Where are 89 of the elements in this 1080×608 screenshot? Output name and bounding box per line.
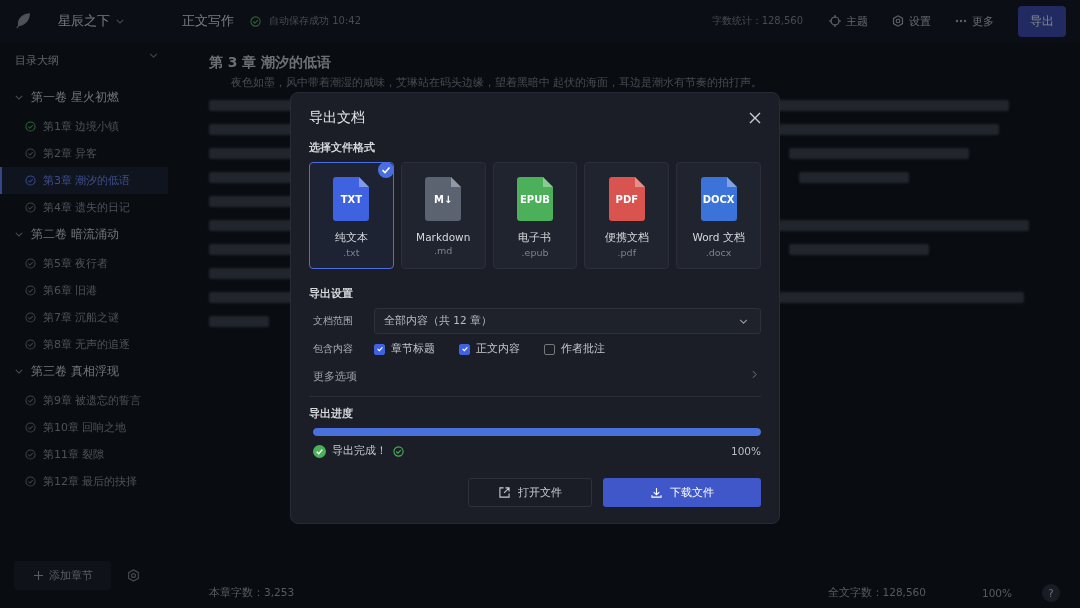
chevron-down-icon <box>739 318 748 324</box>
check-circle-icon <box>250 15 261 27</box>
plus-icon <box>34 571 43 580</box>
chapter-title: 第4章 遗失的日记 <box>43 200 131 215</box>
file-type-label: PDF <box>615 194 638 205</box>
more-options-row[interactable]: 更多选项 <box>309 364 761 397</box>
chapter-title: 第 3 章 潮汐的低语 <box>209 54 333 72</box>
total-word-count: 全文字数：128,560 <box>827 586 926 600</box>
chapter-item[interactable]: 第8章 无声的追逐 <box>0 331 168 358</box>
dialog-title: 导出文档 <box>309 109 365 127</box>
checkbox[interactable] <box>374 343 385 355</box>
chapter-item[interactable]: 第10章 回响之地 <box>0 414 168 441</box>
chapter-title: 第1章 边境小镇 <box>43 119 120 134</box>
chapter-title: 第7章 沉船之谜 <box>43 310 120 325</box>
volume-title: 第二卷 暗流涌动 <box>31 227 119 242</box>
chapter-item[interactable]: 第6章 旧港 <box>0 277 168 304</box>
volume-item[interactable]: 第二卷 暗流涌动 <box>0 221 170 248</box>
add-chapter-button[interactable]: 添加章节 <box>14 561 111 590</box>
chapter-title: 第8章 无声的追逐 <box>43 337 131 352</box>
chapter-title: 第3章 潮汐的低语 <box>43 173 131 188</box>
zoom-level: 100% <box>981 587 1012 599</box>
progress-reading: 100% <box>730 445 761 457</box>
download-button[interactable]: 下载文件 <box>603 478 761 507</box>
section-heading: 选择文件格式 <box>309 141 375 155</box>
help-button[interactable]: ? <box>1042 584 1060 602</box>
format-card[interactable]: M↓ Markdown .md <box>400 162 486 269</box>
more-icon <box>955 19 967 23</box>
format-card[interactable]: EPUB 电子书 .epub <box>492 162 578 269</box>
book-selector[interactable]: 星辰之下 <box>58 12 124 30</box>
mode-title: 正文写作 <box>182 12 234 30</box>
chapter-item[interactable]: 第4章 遗失的日记 <box>0 194 168 221</box>
chapter-title: 第12章 最后的抉择 <box>43 474 138 489</box>
chapter-title: 第10章 回响之地 <box>43 420 127 435</box>
export-button[interactable]: 导出 <box>1018 5 1066 37</box>
range-label: 文档范围 <box>313 314 354 328</box>
chapter-title: 第5章 夜行者 <box>43 256 109 271</box>
option-label: 正文内容 <box>476 342 520 356</box>
section-heading: 导出设置 <box>309 287 353 301</box>
chapter-item[interactable]: 第3章 潮汐的低语 <box>0 167 168 194</box>
option-checkbox[interactable]: 正文内容 <box>459 342 520 356</box>
chapter-title: 第2章 异客 <box>43 146 98 161</box>
volume-title: 第一卷 星火初燃 <box>31 90 119 105</box>
section-heading: 导出进度 <box>309 407 353 421</box>
file-type-label: DOCX <box>702 194 735 205</box>
theme-button[interactable]: 主题 <box>829 13 868 29</box>
option-label: 作者批注 <box>561 342 605 356</box>
chevron-down-icon <box>116 18 124 24</box>
selected-check-icon <box>377 162 394 178</box>
chapter-word-count: 本章字数：3,253 <box>209 586 295 600</box>
option-label: 章节标题 <box>391 342 435 356</box>
checkbox[interactable] <box>459 343 470 355</box>
outline-title: 目录大纲 <box>15 53 59 68</box>
file-type-label: EPUB <box>520 194 550 205</box>
volume-item[interactable]: 第三卷 真相浮现 <box>0 358 170 385</box>
settings-button[interactable]: 设置 <box>892 13 931 29</box>
format-card[interactable]: DOCX Word 文档 .docx <box>676 162 761 269</box>
file-type-label: M↓ <box>434 194 453 205</box>
chapter-title: 第6章 旧港 <box>43 283 98 298</box>
more-button[interactable]: 更多 <box>955 13 994 29</box>
download-icon <box>650 487 662 498</box>
chapter-item[interactable]: 第1章 边境小镇 <box>0 113 168 140</box>
check-circle-icon <box>393 445 404 457</box>
check-icon <box>460 345 469 353</box>
chapter-item[interactable]: 第2章 异客 <box>0 140 168 167</box>
range-dropdown[interactable]: 全部内容（共 12 章） <box>374 308 761 334</box>
status-text: 导出完成！ <box>332 444 387 458</box>
chapter-item[interactable]: 第12章 最后的抉择 <box>0 468 168 495</box>
open-external-icon <box>498 487 510 498</box>
crosshair-icon <box>829 15 841 27</box>
check-icon <box>375 345 384 353</box>
volume-title: 第三卷 真相浮现 <box>31 364 119 379</box>
open-file-button[interactable]: 打开文件 <box>468 478 592 507</box>
option-checkbox[interactable]: 章节标题 <box>374 342 435 356</box>
file-type-label: TXT <box>340 194 363 205</box>
success-icon <box>313 444 326 458</box>
chapter-title: 第11章 裂隙 <box>43 447 105 462</box>
chapter-item[interactable]: 第5章 夜行者 <box>0 250 168 277</box>
chapter-item[interactable]: 第11章 裂隙 <box>0 441 168 468</box>
checkbox[interactable] <box>544 343 555 355</box>
chapter-item[interactable]: 第7章 沉船之谜 <box>0 304 168 331</box>
feather-logo-icon <box>14 12 32 30</box>
volume-item[interactable]: 第一卷 星火初燃 <box>0 84 170 111</box>
option-checkbox[interactable]: 作者批注 <box>544 342 605 356</box>
format-card[interactable]: PDF 便携文档 .pdf <box>584 162 670 269</box>
format-card[interactable]: TXT 纯文本 .txt <box>309 162 394 269</box>
settings-icon <box>892 15 904 27</box>
chevron-right-icon <box>752 370 757 379</box>
close-icon[interactable] <box>749 112 761 124</box>
include-label: 包含内容 <box>313 342 354 356</box>
